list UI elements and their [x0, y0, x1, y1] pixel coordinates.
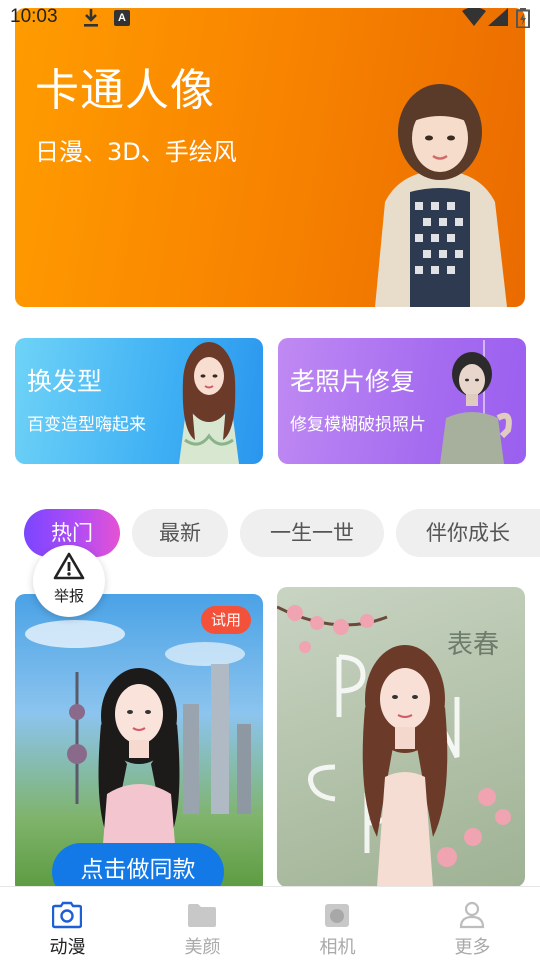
nav-label-camera: 相机	[319, 937, 356, 958]
a-badge-icon: A	[114, 10, 130, 26]
tab-latest[interactable]: 最新	[132, 509, 228, 557]
old-photo-model-image	[440, 340, 512, 464]
category-tabs: 热门 最新 一生一世 伴你成长	[24, 509, 540, 557]
nav-item-more[interactable]: 更多	[405, 887, 540, 960]
wifi-icon	[462, 8, 486, 26]
report-label: 举报	[53, 587, 84, 605]
camera-body-icon	[325, 904, 349, 927]
nav-item-anime[interactable]: 动漫	[0, 887, 135, 960]
trial-badge: 试用	[200, 606, 251, 634]
battery-icon	[516, 8, 530, 28]
tab-grow-with-you[interactable]: 伴你成长	[396, 509, 540, 557]
hero-title: 卡通人像	[35, 65, 215, 116]
old-photo-card-desc: 修复模糊破损照片	[290, 415, 426, 435]
status-time: 10:03	[10, 6, 58, 27]
nav-item-beauty[interactable]: 美颜	[135, 887, 270, 960]
signal-icon	[488, 8, 508, 26]
camera-icon	[52, 901, 82, 929]
hairstyle-card[interactable]: 换发型 百变造型嗨起来	[15, 338, 263, 464]
nav-label-beauty: 美颜	[184, 937, 221, 958]
folder-icon	[188, 904, 216, 927]
warning-icon	[53, 552, 85, 580]
hero-banner-cartoon[interactable]: 卡通人像 日漫、3D、手绘风	[15, 8, 525, 307]
nav-item-camera[interactable]: 相机	[270, 887, 405, 960]
template-preview-image: 表春	[277, 605, 511, 887]
hairstyle-card-title: 换发型	[27, 367, 103, 396]
old-photo-repair-card[interactable]: 老照片修复 修复模糊破损照片	[278, 338, 526, 464]
hairstyle-card-desc: 百变造型嗨起来	[27, 415, 146, 435]
status-bar: 10:03 A	[0, 0, 540, 36]
hero-subtitle: 日漫、3D、手绘风	[35, 138, 237, 166]
nav-label-anime: 动漫	[49, 937, 86, 958]
hero-portrait-image	[375, 84, 507, 307]
old-photo-card-title: 老照片修复	[290, 367, 416, 396]
art-text: 表春	[447, 630, 499, 660]
template-tile[interactable]: 试用 点击做同款	[15, 594, 263, 894]
nav-label-more: 更多	[454, 937, 491, 958]
person-icon	[459, 901, 485, 929]
report-button[interactable]: 举报	[33, 545, 105, 617]
tab-lifetime[interactable]: 一生一世	[240, 509, 384, 557]
hairstyle-model-image	[179, 342, 239, 464]
download-icon	[84, 9, 98, 27]
template-tile[interactable]: 表春	[277, 587, 525, 887]
bottom-navigation: 动漫 美颜 相机 更多	[0, 886, 540, 960]
